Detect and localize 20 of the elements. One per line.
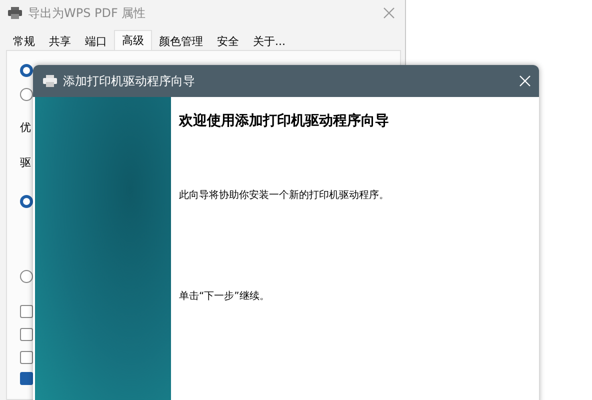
tab[interactable]: 共享 bbox=[42, 32, 78, 52]
tab[interactable]: 安全 bbox=[210, 32, 246, 52]
wizard-text: 单击“下一步”继续。 bbox=[179, 290, 270, 304]
window-title: 添加打印机驱动程序向导 bbox=[63, 73, 195, 90]
printer-icon bbox=[8, 7, 22, 19]
printer-icon bbox=[43, 75, 57, 87]
option-label: 优 bbox=[20, 121, 32, 134]
checkbox[interactable] bbox=[20, 351, 33, 364]
tab[interactable]: 高级 bbox=[114, 30, 152, 52]
window-title: 导出为WPS PDF 属性 bbox=[28, 5, 146, 22]
wizard-heading: 欢迎使用添加打印机驱动程序向导 bbox=[179, 112, 389, 131]
tab[interactable]: 端口 bbox=[78, 32, 114, 52]
tab[interactable]: 关于... bbox=[246, 32, 292, 52]
option-label: 驱 bbox=[20, 156, 32, 169]
checkbox[interactable] bbox=[20, 372, 33, 385]
tab[interactable]: 常规 bbox=[6, 32, 42, 52]
tab[interactable]: 颜色管理 bbox=[152, 32, 210, 52]
checkbox[interactable] bbox=[20, 305, 33, 318]
wizard-text: 此向导将协助你安装一个新的打印机驱动程序。 bbox=[179, 188, 389, 203]
checkbox[interactable] bbox=[20, 328, 33, 341]
